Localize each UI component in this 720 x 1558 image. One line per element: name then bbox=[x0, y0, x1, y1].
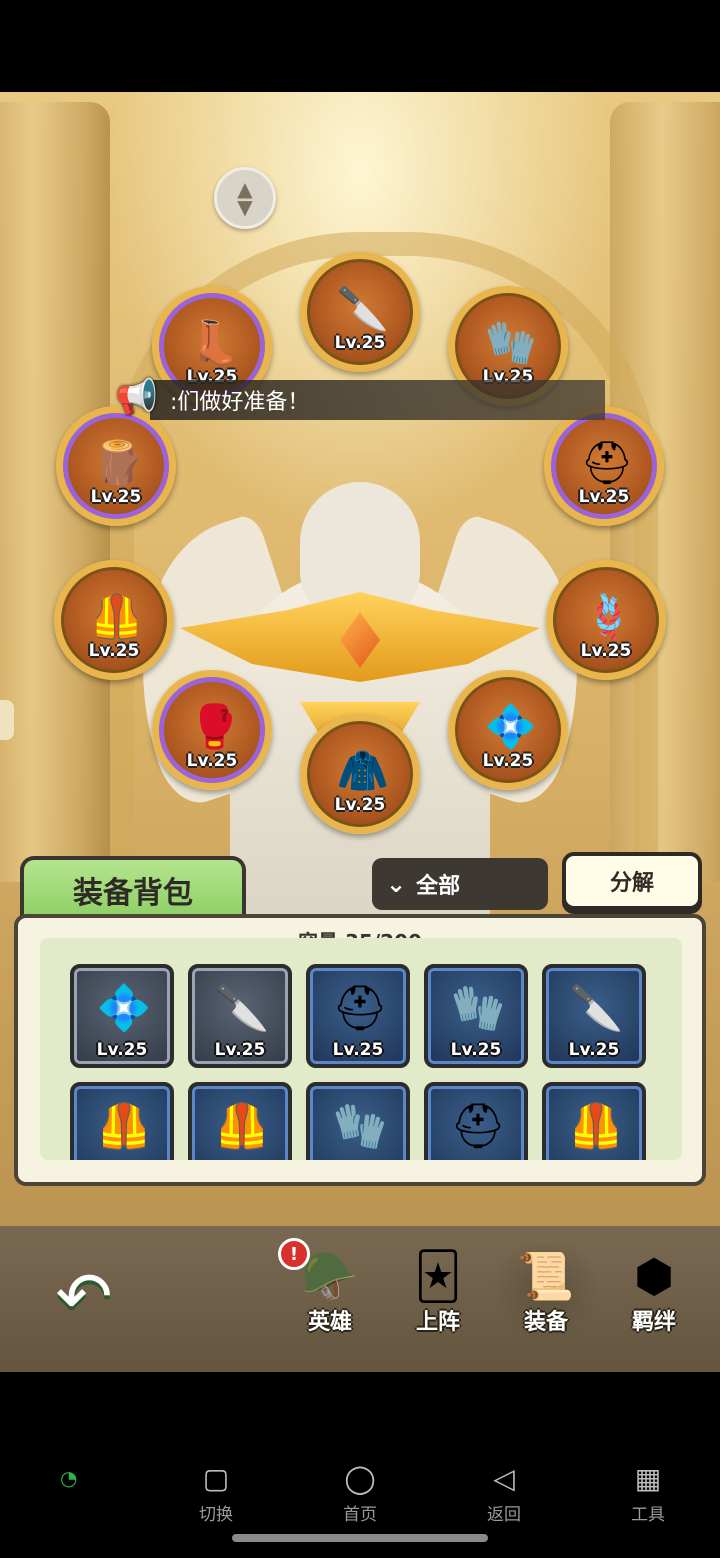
bag-item[interactable]: 💠 Lv.25 bbox=[70, 964, 174, 1068]
megaphone-icon: 📢 bbox=[115, 377, 159, 417]
back-arrow-button[interactable]: ↶ bbox=[38, 1258, 130, 1337]
sys-switch-button[interactable]: ▢ 切换 bbox=[176, 1456, 256, 1526]
alert-badge: ! bbox=[278, 1238, 310, 1270]
bond-icon: ⬢ bbox=[633, 1249, 675, 1303]
item-level: Lv.25 bbox=[568, 1040, 620, 1060]
chest-armor-icon: 🦺 bbox=[568, 1101, 624, 1152]
announcement-text: :们做好准备！ bbox=[170, 390, 310, 415]
bracer-icon: 🧤 bbox=[450, 983, 506, 1034]
filter-dropdown[interactable]: ⌄ 全部 bbox=[372, 858, 548, 910]
chest-armor-icon: 🦺 bbox=[96, 1101, 152, 1152]
nav-label: 装备 bbox=[523, 1310, 568, 1335]
decompose-button[interactable]: 分解 bbox=[562, 852, 702, 910]
amulet-icon: 💠 bbox=[96, 983, 152, 1034]
equip-slot-cloak[interactable]: 🧥 Lv.25 bbox=[300, 714, 420, 834]
sys-label: 工具 bbox=[631, 1505, 665, 1525]
slot-level: Lv.25 bbox=[334, 795, 386, 815]
bag-item[interactable]: ⛑ Lv.25 bbox=[306, 964, 410, 1068]
bag-title: 装备背包 bbox=[73, 876, 193, 911]
nav-equipment[interactable]: 📜 装备 bbox=[494, 1244, 598, 1348]
slot-level: Lv.25 bbox=[580, 641, 632, 661]
sys-label: 首页 bbox=[343, 1505, 377, 1525]
circle-icon: ◯ bbox=[344, 1461, 376, 1495]
knife-icon: 🔪 bbox=[214, 983, 270, 1034]
filter-label: 全部 bbox=[416, 874, 461, 899]
bag-tab[interactable]: 装备背包 bbox=[20, 856, 246, 920]
item-level: Lv.25 bbox=[96, 1040, 148, 1060]
bag-grid-container[interactable]: 💠 Lv.25 🔪 Lv.25 ⛑ Lv.25 🧤 Lv.25 🔪 Lv.25 … bbox=[40, 938, 682, 1160]
square-icon: ▢ bbox=[202, 1461, 230, 1495]
slot-level: Lv.25 bbox=[482, 751, 534, 771]
sort-toggle-button[interactable]: ▲ ▼ bbox=[214, 167, 276, 229]
chevron-down-icon: ⌄ bbox=[386, 870, 407, 898]
bag-item[interactable]: 🦺 bbox=[542, 1082, 646, 1160]
slot-level: Lv.25 bbox=[186, 751, 238, 771]
gloves-icon: 🥊 bbox=[188, 702, 242, 751]
bracer-icon: 🧤 bbox=[484, 318, 538, 367]
equip-slot-chest[interactable]: 🦺 Lv.25 bbox=[54, 560, 174, 680]
item-level: Lv.25 bbox=[332, 1040, 384, 1060]
deploy-cards-icon: 🃏 bbox=[414, 1249, 462, 1303]
equip-slot-weapon[interactable]: 🔪 Lv.25 bbox=[300, 252, 420, 372]
helmet-icon: ⛑ bbox=[332, 983, 388, 1034]
grid-icon: ▦ bbox=[634, 1461, 662, 1495]
belt-icon: 🪢 bbox=[582, 592, 636, 641]
sys-tools-button[interactable]: ▦ 工具 bbox=[608, 1456, 688, 1526]
amulet-icon: 💠 bbox=[484, 702, 538, 751]
equip-slot-greaves[interactable]: 🪵 Lv.25 bbox=[56, 406, 176, 526]
bag-item[interactable]: 🧤 Lv.25 bbox=[424, 964, 528, 1068]
equip-slot-helmet[interactable]: ⛑ Lv.25 bbox=[544, 406, 664, 526]
slot-level: Lv.25 bbox=[334, 333, 386, 353]
bag-item[interactable]: 🧤 bbox=[306, 1082, 410, 1160]
helmet-icon: ⛑ bbox=[580, 438, 634, 487]
sys-back-button[interactable]: ◁ 返回 bbox=[464, 1456, 544, 1526]
nav-label: 上阵 bbox=[415, 1310, 460, 1335]
sys-home-button[interactable]: ◯ 首页 bbox=[320, 1456, 400, 1526]
greaves-icon: 🪵 bbox=[92, 438, 146, 487]
helmet-icon: ⛑ bbox=[450, 1101, 506, 1152]
slot-level: Lv.25 bbox=[578, 487, 630, 507]
bag-item[interactable]: 🦺 bbox=[70, 1082, 174, 1160]
up-down-arrows-icon: ▲ ▼ bbox=[237, 177, 253, 219]
bag-item[interactable]: 🔪 Lv.25 bbox=[542, 964, 646, 1068]
equipment-bag-panel: 装备背包 ⌄ 全部 分解 容量 35/200 💠 Lv.25 🔪 Lv.25 ⛑… bbox=[14, 852, 706, 1186]
nav-label: 羁绊 bbox=[631, 1310, 676, 1335]
item-level: Lv.25 bbox=[214, 1040, 266, 1060]
bag-item[interactable]: 🦺 bbox=[188, 1082, 292, 1160]
knife-icon: 🔪 bbox=[336, 284, 390, 333]
sys-label: 切换 bbox=[199, 1505, 233, 1525]
equip-slot-belt[interactable]: 🪢 Lv.25 bbox=[546, 560, 666, 680]
bracer-icon: 🧤 bbox=[332, 1101, 388, 1152]
nav-label: 英雄 bbox=[307, 1310, 352, 1335]
sys-label: 返回 bbox=[487, 1505, 521, 1525]
nav-deploy[interactable]: 🃏 上阵 bbox=[386, 1244, 490, 1348]
bag-item[interactable]: 🔪 Lv.25 bbox=[188, 964, 292, 1068]
bag-item[interactable]: ⛑ bbox=[424, 1082, 528, 1160]
boots-icon: 👢 bbox=[188, 318, 242, 367]
triangle-back-icon: ◁ bbox=[493, 1461, 515, 1495]
slot-level: Lv.25 bbox=[88, 641, 140, 661]
nav-bonds[interactable]: ⬢ 羁绊 bbox=[602, 1244, 706, 1348]
bag-body: 容量 35/200 💠 Lv.25 🔪 Lv.25 ⛑ Lv.25 🧤 Lv.2… bbox=[14, 914, 706, 1186]
chest-armor-icon: 🦺 bbox=[90, 592, 144, 641]
knife-icon: 🔪 bbox=[568, 983, 624, 1034]
slot-level: Lv.25 bbox=[90, 487, 142, 507]
equip-slot-gloves[interactable]: 🥊 Lv.25 bbox=[152, 670, 272, 790]
cloak-icon: 🧥 bbox=[336, 746, 390, 795]
equipment-icon: 📜 bbox=[517, 1248, 575, 1303]
item-level: Lv.25 bbox=[450, 1040, 502, 1060]
back-arrow-icon: ↶ bbox=[55, 1257, 113, 1337]
chest-armor-icon: 🦺 bbox=[214, 1101, 270, 1152]
side-handle[interactable] bbox=[0, 700, 14, 740]
home-indicator[interactable] bbox=[232, 1534, 488, 1542]
announcement-banner: :们做好准备！ bbox=[150, 380, 605, 420]
decompose-label: 分解 bbox=[609, 871, 654, 896]
equip-slot-amulet[interactable]: 💠 Lv.25 bbox=[448, 670, 568, 790]
